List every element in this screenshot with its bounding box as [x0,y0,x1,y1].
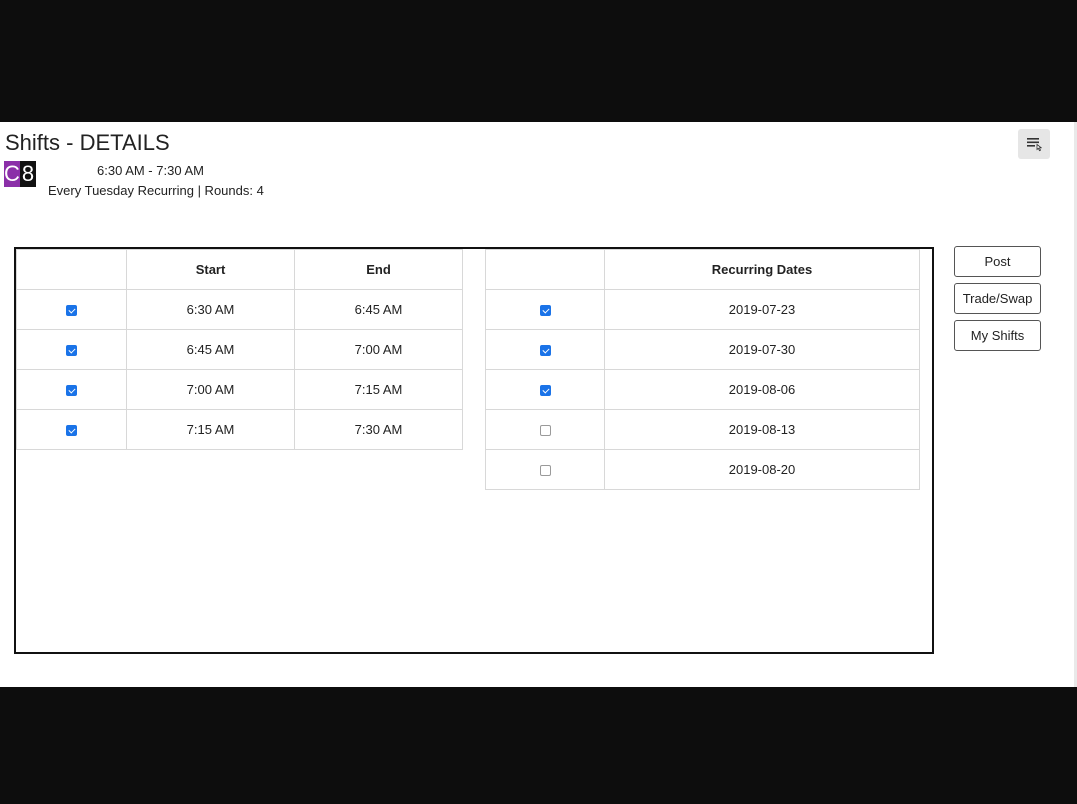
start-time-cell: 6:45 AM [126,329,295,370]
trade-swap-button[interactable]: Trade/Swap [954,283,1041,314]
checkbox-unchecked[interactable] [539,425,551,437]
recurring-date-cell: 2019-08-13 [604,409,920,450]
menu-list-icon [1027,138,1042,152]
checkbox-unchecked[interactable] [539,465,551,477]
checkbox-checked[interactable] [539,305,551,317]
table-row[interactable]: 7:00 AM 7:15 AM [16,369,463,410]
checkbox-checked[interactable] [66,345,77,357]
page-title: Shifts - DETAILS [5,130,170,155]
table-header-row: Start End [16,249,463,290]
menu-button[interactable] [1018,129,1050,159]
end-time-cell: 6:45 AM [294,289,463,330]
table-row[interactable]: 2019-07-30 [485,329,920,370]
start-time-cell: 6:30 AM [126,289,295,330]
end-column-header: End [294,249,463,290]
table-row[interactable]: 2019-08-20 [485,449,920,490]
checkbox-cell [485,329,605,370]
start-column-header: Start [126,249,295,290]
badge-letter: C [4,161,20,187]
shift-detail-panel: Start End 6:30 AM 6:45 AM 6:45 AM 7:00 AM 7:… [14,247,934,654]
post-button[interactable]: Post [954,246,1041,277]
select-column-header [485,249,605,290]
shift-time-range: 6:30 AM - 7:30 AM [97,163,204,178]
checkbox-checked[interactable] [539,345,551,357]
table-row[interactable]: 6:45 AM 7:00 AM [16,329,463,370]
checkbox-cell [485,369,605,410]
badge-number: 8 [20,161,36,187]
checkbox-checked[interactable] [539,385,551,397]
checkbox-checked[interactable] [66,385,77,397]
shift-badge: C 8 [4,161,36,187]
shift-segments-table: Start End 6:30 AM 6:45 AM 6:45 AM 7:00 AM 7:… [16,249,463,450]
my-shifts-button[interactable]: My Shifts [954,320,1041,351]
recurring-dates-header: Recurring Dates [604,249,920,290]
table-row[interactable]: 6:30 AM 6:45 AM [16,289,463,330]
end-time-cell: 7:00 AM [294,329,463,370]
recurring-date-cell: 2019-07-23 [604,289,920,330]
recurring-date-cell: 2019-08-20 [604,449,920,490]
recurring-date-cell: 2019-07-30 [604,329,920,370]
recurring-dates-table: Recurring Dates 2019-07-23 2019-07-30 2019… [485,249,920,490]
checkbox-cell [16,409,127,450]
checkbox-cell [16,329,127,370]
select-column-header [16,249,127,290]
table-header-row: Recurring Dates [485,249,920,290]
table-row[interactable]: 2019-08-13 [485,409,920,450]
end-time-cell: 7:15 AM [294,369,463,410]
recurring-date-cell: 2019-08-06 [604,369,920,410]
checkbox-checked[interactable] [66,425,77,437]
checkbox-cell [485,409,605,450]
checkbox-cell [16,289,127,330]
checkbox-checked[interactable] [66,305,77,317]
start-time-cell: 7:15 AM [126,409,295,450]
table-row[interactable]: 7:15 AM 7:30 AM [16,409,463,450]
table-row[interactable]: 2019-08-06 [485,369,920,410]
checkbox-cell [485,449,605,490]
shift-details-page: Shifts - DETAILS C 8 6:30 AM - 7:30 AM E… [0,122,1077,687]
action-buttons: Post Trade/Swap My Shifts [954,246,1041,357]
checkbox-cell [485,289,605,330]
checkbox-cell [16,369,127,410]
start-time-cell: 7:00 AM [126,369,295,410]
table-row[interactable]: 2019-07-23 [485,289,920,330]
recurrence-info: Every Tuesday Recurring | Rounds: 4 [48,183,264,198]
end-time-cell: 7:30 AM [294,409,463,450]
